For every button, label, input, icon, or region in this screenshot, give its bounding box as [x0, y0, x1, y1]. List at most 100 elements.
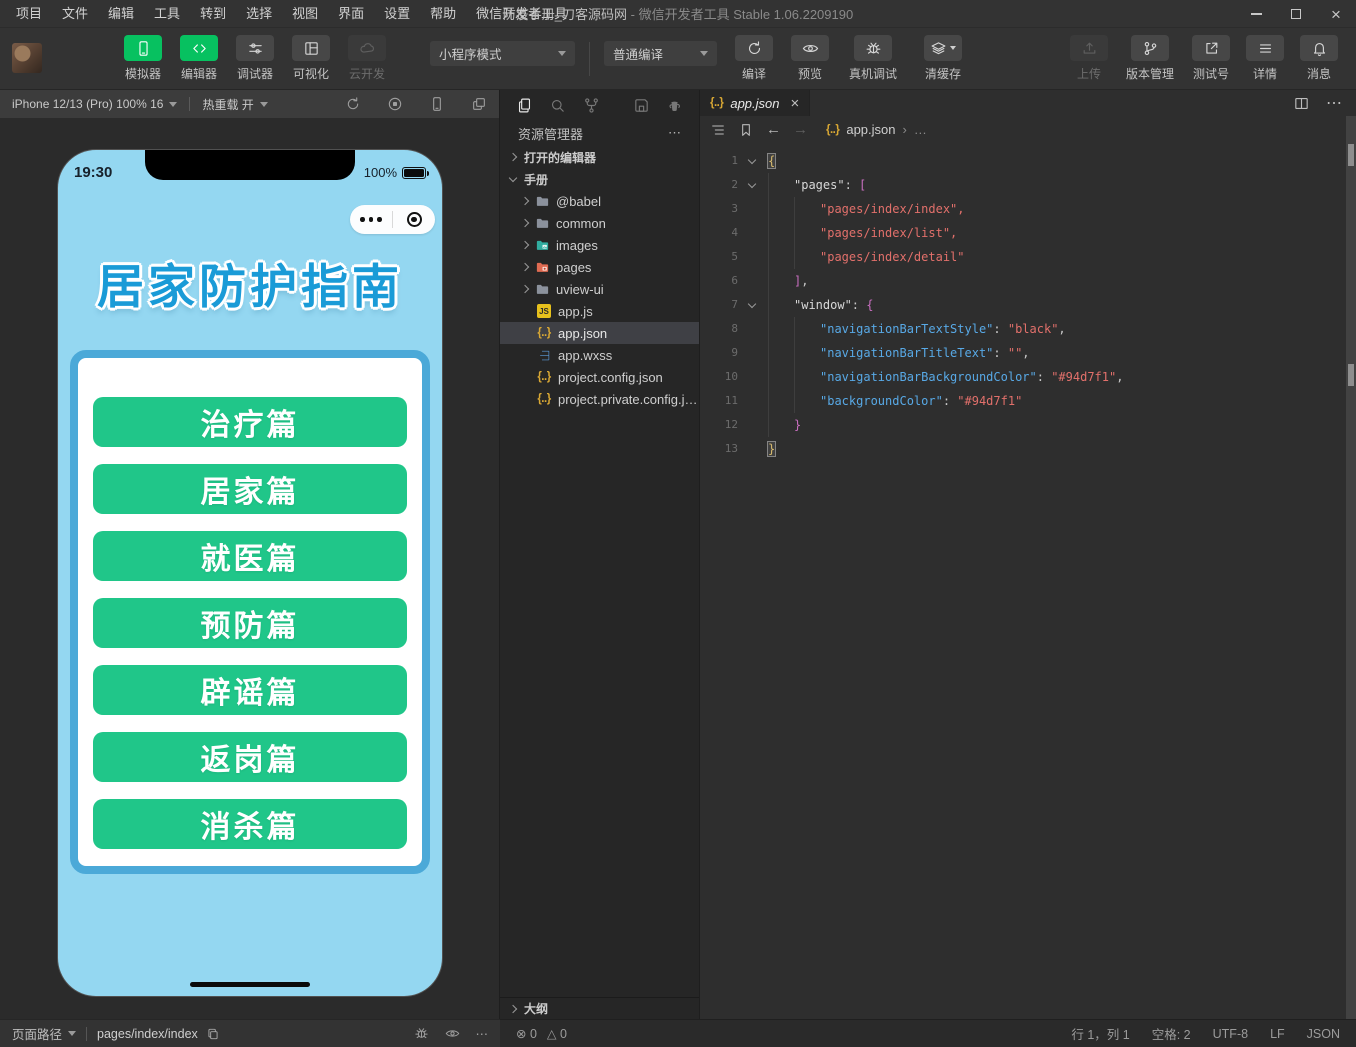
menu-button[interactable]: 返岗篇	[93, 732, 407, 782]
tree-item-folder[interactable]: common	[500, 212, 699, 234]
tab-app-json[interactable]: {..} app.json ×	[700, 90, 811, 116]
section-project-root[interactable]: 手册	[500, 168, 699, 190]
teapot-icon[interactable]	[666, 97, 683, 114]
menu-item[interactable]: 设置	[374, 0, 420, 28]
more-icon[interactable]: ⋯	[1326, 93, 1342, 113]
split-editor-icon[interactable]	[1293, 93, 1310, 113]
menu-item[interactable]: 转到	[190, 0, 236, 28]
menu-item[interactable]: 编辑	[98, 0, 144, 28]
bug-icon	[865, 40, 882, 57]
outline-section[interactable]: 大纲	[500, 997, 699, 1019]
menu-item[interactable]: 选择	[236, 0, 282, 28]
refresh-action-button[interactable]: 编译	[731, 35, 777, 82]
gitfork-icon[interactable]	[583, 97, 600, 114]
menu-item[interactable]: 工具	[144, 0, 190, 28]
menu-button[interactable]: 消杀篇	[93, 799, 407, 849]
editor-scrollbar[interactable]	[1346, 116, 1356, 1019]
debug-mode-button[interactable]: 调试器	[232, 35, 278, 82]
hot-reload-toggle[interactable]: 热重载 开	[202, 96, 268, 113]
indent-guide	[794, 365, 820, 389]
user-avatar[interactable]	[12, 43, 42, 73]
menu-button[interactable]: 辟谣篇	[93, 665, 407, 715]
menu-item[interactable]: 文件	[52, 0, 98, 28]
tree-item-folder-image[interactable]: images	[500, 234, 699, 256]
tab-close-icon[interactable]: ×	[791, 95, 800, 112]
phone-mode-button[interactable]: 模拟器	[120, 35, 166, 82]
windows-icon[interactable]	[471, 96, 487, 112]
tree-item-json[interactable]: {..} project.private.config.js...	[500, 388, 699, 410]
menu-button[interactable]: 预防篇	[93, 598, 407, 648]
outline-list-icon[interactable]	[710, 122, 726, 138]
status-segment[interactable]: 空格: 2	[1152, 1024, 1191, 1043]
tree-item-json[interactable]: {..} app.json	[500, 322, 699, 344]
menu-item[interactable]: 帮助	[420, 0, 466, 28]
breadcrumb-more[interactable]: …	[914, 122, 927, 137]
page-path-dropdown[interactable]: 页面路径	[12, 1024, 77, 1043]
mode-dropdown[interactable]: 小程序模式	[430, 41, 575, 66]
branch-button[interactable]: 版本管理	[1120, 35, 1180, 82]
capsule-home-button[interactable]	[393, 212, 435, 227]
menu-button[interactable]: 治疗篇	[93, 397, 407, 447]
code-editor[interactable]: 1{2 "pages": [3 "pages/index/index", 4 "page…	[700, 143, 1356, 1019]
layers-icon	[930, 40, 947, 57]
record-icon[interactable]	[387, 96, 403, 112]
bookmark-icon[interactable]	[738, 122, 754, 138]
search-icon[interactable]	[549, 97, 566, 114]
more-icon[interactable]: ⋯	[476, 1026, 489, 1041]
maximize-button[interactable]	[1276, 0, 1316, 28]
navigate-forward-icon[interactable]: →	[793, 121, 808, 138]
breadcrumb-file[interactable]: app.json	[846, 122, 895, 137]
status-segment[interactable]: JSON	[1307, 1027, 1340, 1041]
save-icon[interactable]	[633, 97, 650, 114]
phone-icon[interactable]	[429, 96, 445, 112]
problems-status[interactable]: ⊗ 0 △ 0	[500, 1019, 700, 1047]
fold-toggle-icon[interactable]	[742, 173, 768, 197]
more-icon[interactable]: ⋯	[668, 125, 681, 141]
tree-item-js[interactable]: JS app.js	[500, 300, 699, 322]
menu-button[interactable]: 居家篇	[93, 464, 407, 514]
menu-button[interactable]: 就医篇	[93, 531, 407, 581]
minimize-button[interactable]	[1236, 0, 1276, 28]
tree-item-folder[interactable]: uview-ui	[500, 278, 699, 300]
more-dots-button[interactable]	[350, 217, 392, 222]
tree-item-wxss[interactable]: app.wxss	[500, 344, 699, 366]
code-token: "navigationBarBackgroundColor"	[820, 370, 1037, 384]
line-number: 9	[731, 346, 738, 359]
status-segment[interactable]: 行 1，列 1	[1071, 1024, 1129, 1043]
compile-dropdown[interactable]: 普通编译	[604, 41, 717, 66]
cloud-mode-button: 云开发	[344, 35, 390, 82]
rotate-icon[interactable]	[345, 96, 361, 112]
bug-action-button[interactable]: 真机调试	[843, 35, 903, 82]
layers-action-button[interactable]: 清缓存	[913, 35, 973, 82]
tree-item-folder[interactable]: @babel	[500, 190, 699, 212]
phone-screen[interactable]: 19:30 100% 居家防护指南 治疗篇 居家篇 就医篇 预防篇 辟谣篇 返岗篇 消杀篇	[58, 150, 442, 996]
list-button[interactable]: 详情	[1242, 35, 1288, 82]
menu-item[interactable]: 界面	[328, 0, 374, 28]
files-icon[interactable]	[516, 97, 533, 114]
navigate-back-icon[interactable]: ←	[766, 121, 781, 138]
chevron-down-icon	[68, 1031, 77, 1036]
device-selector[interactable]: iPhone 12/13 (Pro) 100% 16	[12, 97, 178, 111]
menu-items: 项目 文件 编辑 工具 转到 选择 视图 界面 设置 帮助 微信开发者工具	[0, 0, 577, 28]
tree-item-json[interactable]: {..} project.config.json	[500, 366, 699, 388]
fold-toggle-icon[interactable]	[742, 293, 768, 317]
eye-action-button[interactable]: 预览	[787, 35, 833, 82]
tree-item-folder-pages[interactable]: pages	[500, 256, 699, 278]
indent-guide	[768, 197, 794, 221]
mode-button-label: 可视化	[292, 67, 329, 81]
status-segment[interactable]: LF	[1270, 1027, 1285, 1041]
layout-mode-button[interactable]: 可视化	[288, 35, 334, 82]
fold-toggle-icon[interactable]	[742, 149, 768, 173]
status-segment[interactable]: UTF-8	[1213, 1027, 1248, 1041]
copy-icon[interactable]	[206, 1027, 220, 1041]
code-mode-button[interactable]: 编辑器	[176, 35, 222, 82]
bug-icon[interactable]	[414, 1026, 429, 1041]
section-open-editors[interactable]: 打开的编辑器	[500, 146, 699, 168]
menu-item[interactable]: 视图	[282, 0, 328, 28]
close-button[interactable]: ×	[1316, 0, 1356, 28]
bell-button[interactable]: 消息	[1296, 35, 1342, 82]
external-button[interactable]: 测试号	[1188, 35, 1234, 82]
eye-icon[interactable]	[445, 1026, 460, 1041]
code-token: ""	[1007, 346, 1023, 360]
menu-item[interactable]: 项目	[6, 0, 52, 28]
